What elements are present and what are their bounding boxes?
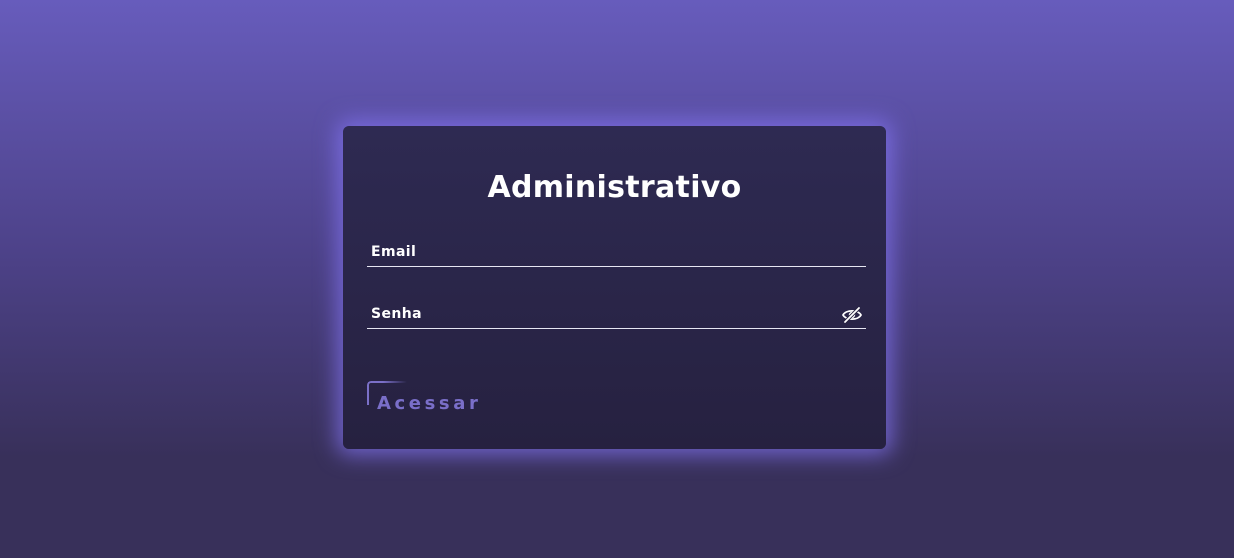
acessar-button[interactable]: Acessar bbox=[367, 381, 479, 415]
page-title: Administrativo bbox=[487, 170, 742, 205]
password-input[interactable] bbox=[367, 302, 866, 328]
eye-slash-icon[interactable] bbox=[841, 306, 863, 324]
email-input[interactable] bbox=[367, 240, 866, 266]
login-card: Administrativo Email Senha Acessar bbox=[343, 126, 886, 449]
password-field[interactable]: Senha bbox=[367, 302, 866, 329]
email-field[interactable]: Email bbox=[367, 240, 866, 267]
acessar-button-label: Acessar bbox=[377, 393, 482, 414]
